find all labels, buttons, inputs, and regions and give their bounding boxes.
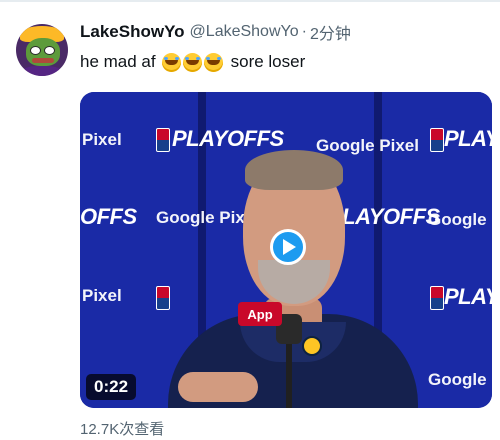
backdrop-playoffs-text: PLAYOI [444,284,492,309]
separator: · [301,23,307,40]
microphone-flag: App [238,302,282,326]
nba-logo-icon [156,286,170,310]
laughing-crying-emoji-icon [182,52,202,72]
backdrop-playoffs-text: PLAYOFFS [172,126,284,151]
team-badge-icon [302,336,322,356]
emoji-group [161,52,225,72]
tweet-text-start: he mad af [80,52,156,71]
avatar-eye-left [30,46,41,55]
display-name[interactable]: LakeShowYo [80,22,185,42]
divider [0,0,500,2]
tweet[interactable]: LakeShowYo @LakeShowYo · 2分钟 he mad af s… [0,0,500,440]
nba-logo-icon [430,128,444,152]
view-count: 12.7K次查看 [80,421,165,438]
backdrop-pixel-text: Pixel [82,130,122,149]
backdrop-pixel-text: Google Pixel [428,210,492,229]
tweet-text-end: sore loser [230,52,306,71]
backdrop-playoffs-text: PLAYOI [444,126,492,151]
backdrop-pixel-text: Google Pixel [428,370,492,389]
video-player[interactable]: Pixel OFFS Pixel PLAYOFFS Google Pixel G… [80,92,492,408]
avatar-eye-right [44,46,55,55]
laughing-crying-emoji-icon [161,52,181,72]
nba-logo-icon [156,128,170,152]
speaker-hands [178,372,258,402]
tweet-text: he mad af sore loser [80,52,305,72]
speaker-hair [245,150,343,190]
backdrop-pixel-text: Google Pixel [316,136,419,155]
play-icon [283,239,296,255]
tweet-header: LakeShowYo @LakeShowYo · 2分钟 [80,20,351,44]
nba-logo-icon [430,286,444,310]
play-button[interactable] [270,229,306,265]
video-duration: 0:22 [86,374,137,400]
avatar-shirt [22,66,62,76]
avatar[interactable] [16,24,68,76]
timestamp[interactable]: 2分钟 [310,20,351,44]
laughing-crying-emoji-icon [203,52,223,72]
backdrop-playoffs-text: OFFS [80,204,137,229]
avatar-lips [32,58,54,63]
user-handle[interactable]: @LakeShowYo [190,23,299,41]
backdrop-pixel-text: Pixel [82,286,122,305]
